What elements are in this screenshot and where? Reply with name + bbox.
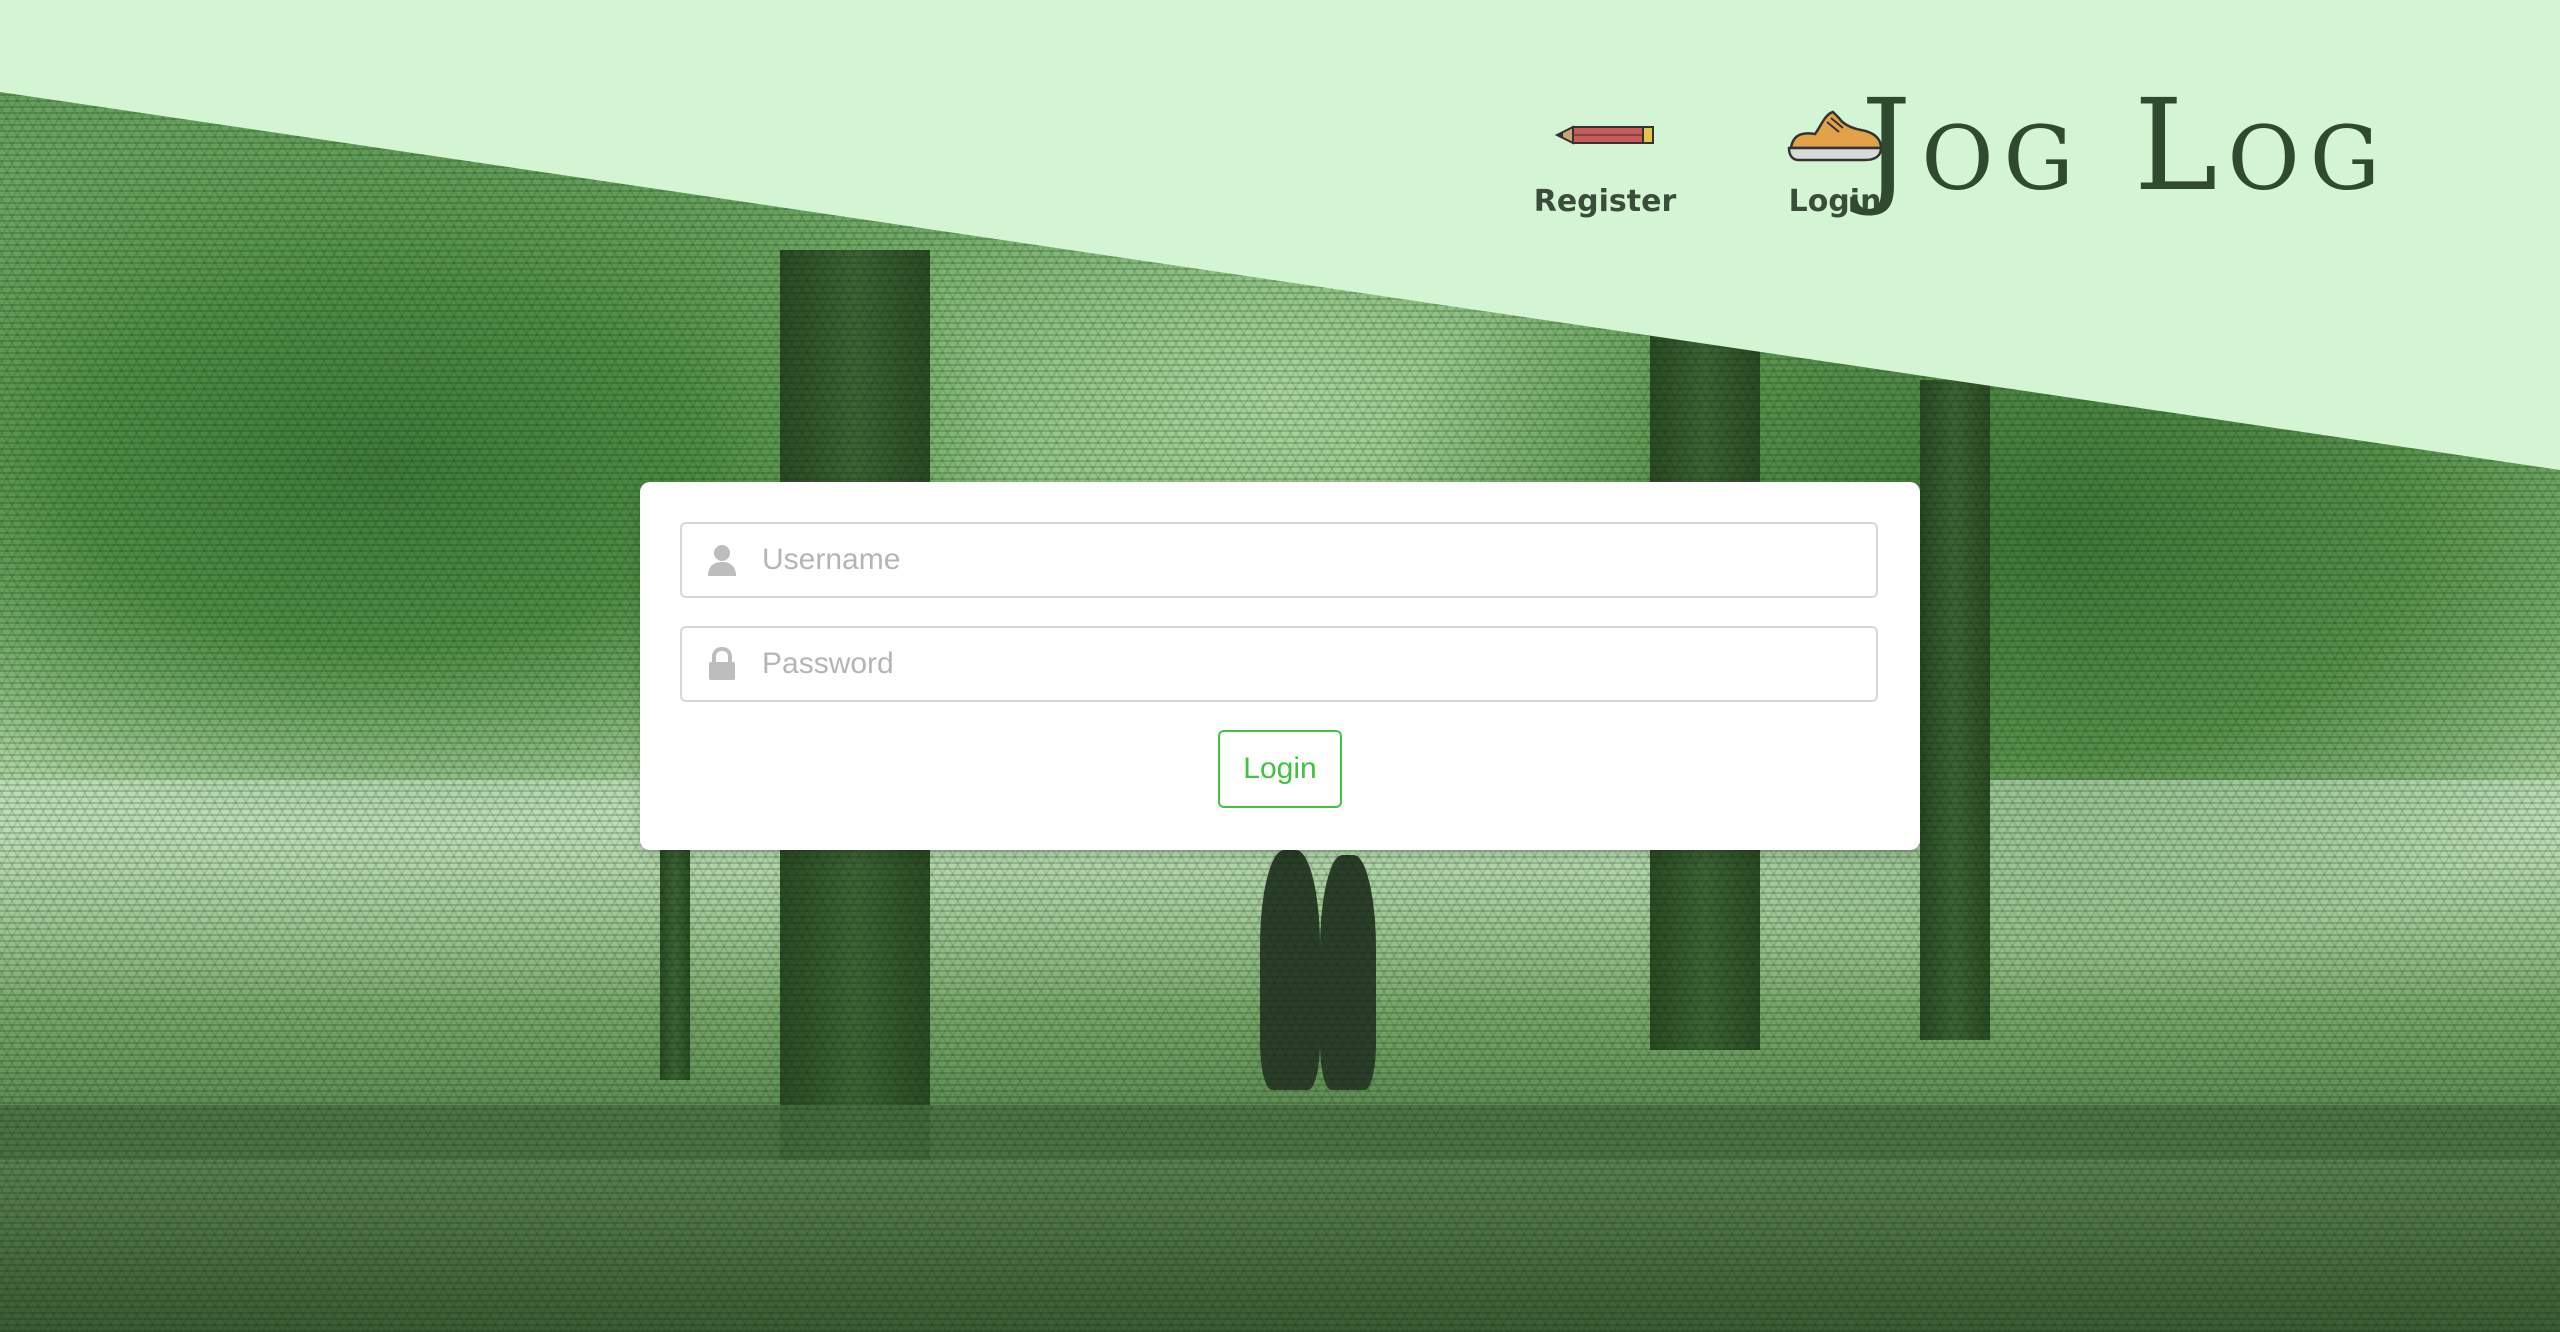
password-input[interactable] [762, 647, 1876, 681]
login-form-card: Login [640, 482, 1920, 850]
top-nav: Register Login [1530, 100, 1910, 219]
login-submit-button[interactable]: Login [1218, 730, 1342, 808]
park-ground [0, 1160, 2560, 1332]
park-path [0, 1105, 2560, 1160]
password-field [680, 626, 1878, 702]
runner-figure [1260, 850, 1320, 1090]
pencil-icon [1555, 100, 1655, 170]
page: Register Login Jog Log Username Login [0, 0, 2560, 1332]
tree-trunk [660, 820, 690, 1080]
username-field [680, 522, 1878, 598]
tree-trunk [1920, 380, 1990, 1040]
username-input[interactable] [762, 543, 1876, 577]
nav-register-label: Register [1533, 184, 1677, 219]
nav-register[interactable]: Register [1530, 100, 1680, 219]
user-icon [682, 544, 762, 576]
lock-icon [682, 647, 762, 681]
brand-logo-title: Jog Log [1860, 72, 2390, 219]
runner-figure [1320, 855, 1376, 1090]
